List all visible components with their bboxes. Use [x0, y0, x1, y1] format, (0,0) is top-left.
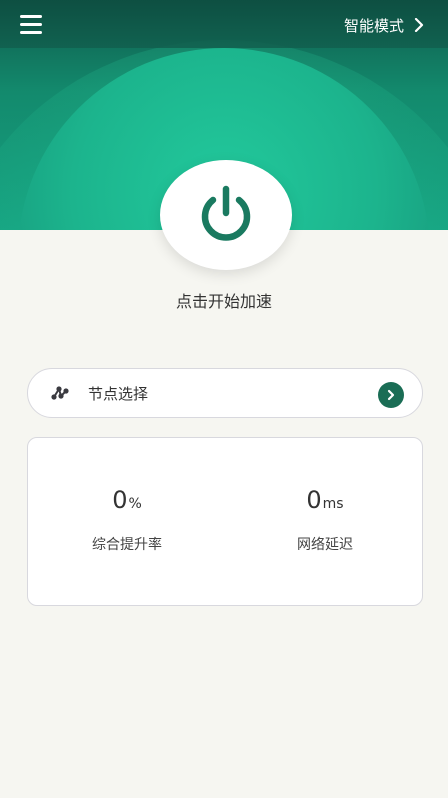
start-acceleration-label: 点击开始加速 [175, 292, 272, 311]
menu-line [20, 31, 42, 34]
menu-line [20, 23, 42, 26]
latency-value: 0 [306, 486, 322, 514]
node-graph-icon [51, 386, 69, 400]
power-icon [201, 185, 251, 241]
menu-icon[interactable] [20, 13, 46, 35]
latency-unit: ms [322, 496, 344, 512]
latency-label: 网络延迟 [297, 537, 353, 553]
node-select-button[interactable]: 节点选择 [27, 368, 423, 418]
latency-value-row: 0ms [226, 486, 424, 514]
smart-mode-label: 智能模式 [343, 16, 404, 35]
improvement-value-row: 0% [28, 486, 226, 514]
node-select-label: 节点选择 [88, 384, 149, 403]
chevron-right-icon [414, 18, 424, 32]
power-button[interactable] [160, 160, 292, 270]
chevron-right-circle-icon[interactable] [378, 382, 404, 408]
latency-stat: 0ms 网络延迟 [226, 486, 424, 554]
improvement-label: 综合提升率 [92, 537, 162, 553]
improvement-unit: % [128, 496, 142, 512]
improvement-value: 0 [112, 486, 128, 514]
menu-line [20, 15, 42, 18]
chevron-right-icon [387, 389, 395, 401]
improvement-stat: 0% 综合提升率 [28, 486, 226, 554]
stats-card: 0% 综合提升率 0ms 网络延迟 [27, 437, 423, 606]
smart-mode-button[interactable]: 智能模式 [344, 12, 424, 38]
